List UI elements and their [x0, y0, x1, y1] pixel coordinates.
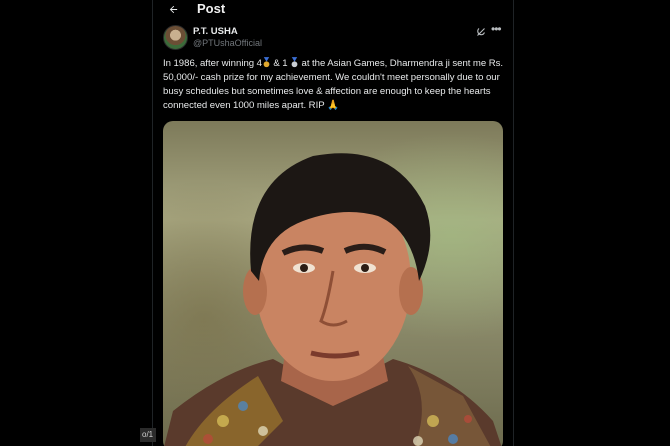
author-handle[interactable]: @PTUshaOfficial — [193, 38, 262, 48]
folded-hands-icon: 🙏 — [326, 100, 339, 111]
portrait-illustration — [164, 153, 502, 446]
media-counter: o/1 — [140, 428, 156, 442]
gold-medal-icon — [263, 57, 270, 68]
grok-icon[interactable] — [475, 26, 487, 38]
tweet-text-part1: In 1986, after winning 4 — [163, 58, 262, 69]
back-arrow-icon — [169, 5, 177, 13]
tweet-text: In 1986, after winning 4 & 1 at the Asia… — [163, 57, 507, 113]
author-name[interactable]: P.T. USHA — [193, 26, 238, 37]
author-row: P.T. USHA @PTUshaOfficial ••• — [163, 23, 505, 52]
back-button[interactable] — [163, 0, 183, 18]
tweet-text-part2: & 1 — [270, 58, 291, 69]
more-icon[interactable]: ••• — [491, 23, 505, 38]
avatar[interactable] — [163, 25, 188, 50]
post-image[interactable] — [163, 121, 503, 446]
post-column: Post P.T. USHA @PTUshaOfficial ••• In 19… — [152, 0, 514, 446]
silver-medal-icon — [291, 57, 298, 68]
page-title: Post — [197, 1, 226, 16]
header: Post — [153, 0, 513, 20]
